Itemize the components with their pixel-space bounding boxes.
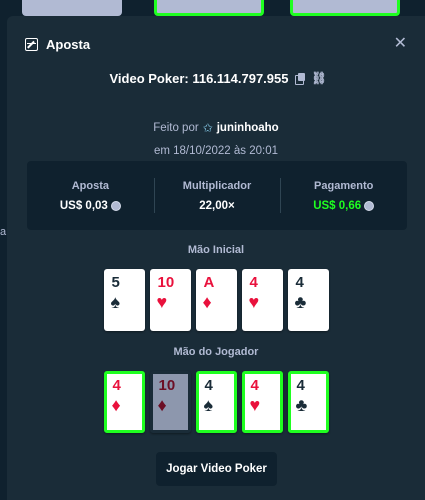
card-rank: 5 — [111, 274, 120, 291]
playing-card-held: 4 ♠ — [195, 371, 237, 433]
playing-card: 4 ♥ — [241, 269, 283, 331]
stat-bet: Aposta US$ 0,03 — [27, 161, 154, 230]
bet-date: em 18/10/2022 às 20:01 — [153, 145, 279, 157]
play-video-poker-button[interactable]: Jogar Video Poker — [156, 452, 277, 486]
initial-hand-cards: 5 ♠ 10 ♥ A ♦ 4 ♥ 4 ♣ — [7, 269, 425, 331]
bet-modal: Aposta ✕ Video Poker: 116.114.797.955 ⛓ … — [7, 16, 425, 500]
stat-bet-value: US$ 0,03 — [59, 199, 108, 212]
background-card — [22, 0, 122, 16]
playing-card: A ♦ — [195, 269, 237, 331]
modal-title: Aposta — [46, 36, 91, 52]
card-rank: 4 — [296, 377, 305, 394]
stat-payout-value-row: US$ 0,66 — [280, 200, 407, 212]
playing-card: 4 ♣ — [287, 269, 329, 331]
coin-icon — [110, 200, 121, 211]
background-side-text: a — [0, 226, 7, 238]
background-game-cards — [0, 0, 425, 16]
card-rank: 10 — [158, 377, 176, 394]
game-title: Video Poker: 116.114.797.955 ⛓ — [7, 71, 425, 86]
background-card — [154, 0, 264, 16]
card-rank: 4 — [295, 274, 304, 291]
stats-panel: Aposta US$ 0,03 Multiplicador 22,00× Pag… — [27, 161, 407, 230]
club-icon: ♣ — [294, 292, 307, 312]
playing-card: 10 ♥ — [149, 269, 191, 331]
stat-payout-label: Pagamento — [314, 179, 374, 192]
modal-header: Aposta ✕ — [25, 34, 407, 54]
card-rank: 4 — [204, 377, 213, 394]
heart-icon: ♥ — [249, 395, 261, 415]
player-hand-label: Mão do Jogador — [173, 346, 259, 358]
star-icon: ✩ — [202, 121, 213, 135]
playing-card-held: 4 ♦ — [103, 371, 145, 433]
stat-multiplier-label: Multiplicador — [182, 179, 252, 192]
close-icon[interactable]: ✕ — [394, 36, 407, 52]
card-rank: 4 — [112, 377, 121, 394]
diamond-icon: ♦ — [157, 395, 167, 415]
card-rank: 4 — [249, 274, 258, 291]
playing-card-held: 4 ♣ — [287, 371, 329, 433]
card-rank: A — [203, 274, 215, 291]
coin-icon — [364, 200, 375, 211]
stat-bet-value-row: US$ 0,03 — [27, 200, 154, 212]
bet-icon — [25, 37, 38, 51]
spade-icon: ♠ — [203, 395, 214, 415]
playing-card: 5 ♠ — [103, 269, 145, 331]
copy-icon[interactable] — [294, 73, 306, 85]
made-by-prefix: Feito por — [153, 122, 199, 134]
stat-multiplier-value: 22,00× — [199, 199, 235, 212]
card-rank: 4 — [250, 377, 259, 394]
made-by: Feito por ✩ juninhoaho — [7, 121, 425, 135]
playing-card-held: 4 ♥ — [241, 371, 283, 433]
playing-card-discarded: 10 ♦ — [149, 371, 191, 433]
player-hand-cards: 4 ♦ 10 ♦ 4 ♠ 4 ♥ 4 ♣ — [7, 371, 425, 433]
stat-payout: Pagamento US$ 0,66 — [280, 161, 407, 230]
spade-icon: ♠ — [110, 292, 121, 312]
game-id-text: Video Poker: 116.114.797.955 — [109, 71, 289, 86]
stat-bet-label: Aposta — [71, 179, 109, 192]
diamond-icon: ♦ — [202, 292, 212, 312]
modal-title-group: Aposta — [25, 37, 90, 52]
diamond-icon: ♦ — [111, 395, 121, 415]
stat-payout-value: US$ 0,66 — [313, 199, 362, 212]
link-icon[interactable]: ⛓ — [312, 72, 327, 84]
heart-icon: ♥ — [156, 292, 168, 312]
heart-icon: ♥ — [248, 292, 260, 312]
club-icon: ♣ — [295, 395, 308, 415]
card-rank: 10 — [157, 274, 175, 291]
stat-multiplier: Multiplicador 22,00× — [153, 161, 281, 230]
background-card — [290, 0, 400, 16]
initial-hand-label: Mão Inicial — [187, 244, 245, 256]
username-link[interactable]: juninhoaho — [217, 122, 279, 134]
